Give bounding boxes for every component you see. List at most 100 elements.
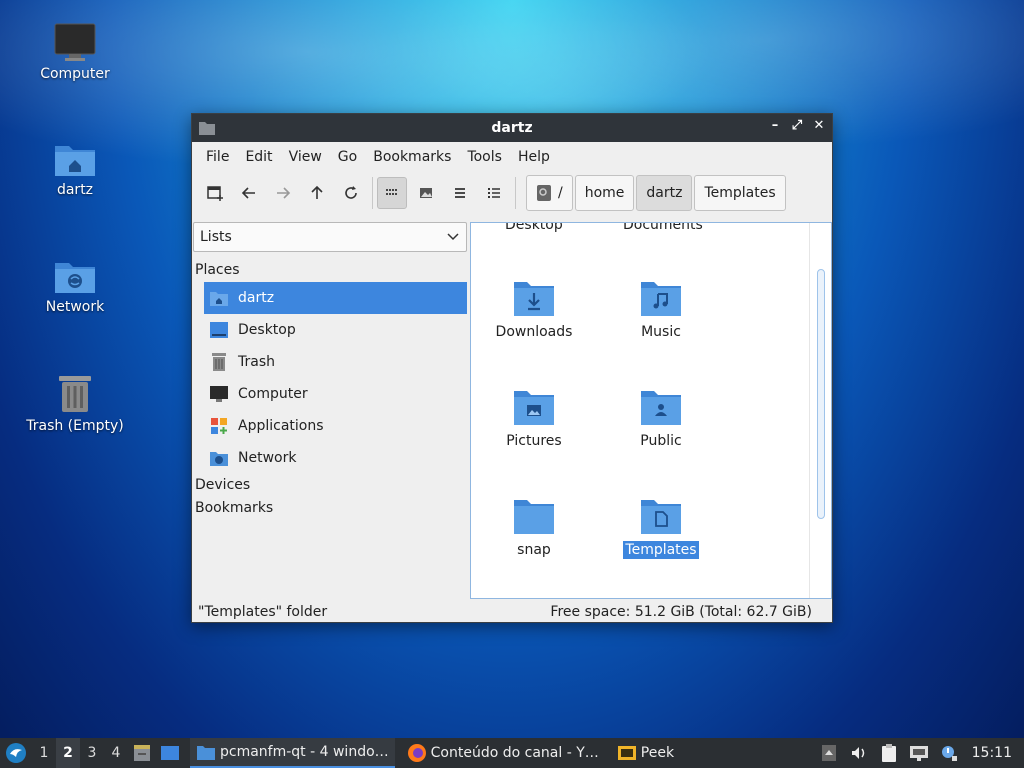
sidebar-item-label: Desktop	[238, 322, 296, 338]
folder-icon	[197, 746, 215, 760]
folder-icon	[514, 500, 554, 534]
menu-go[interactable]: Go	[330, 145, 365, 169]
thumbnail-view-button[interactable]	[411, 177, 441, 209]
desktop-switch-4[interactable]: 4	[104, 745, 128, 761]
templates-folder-icon	[641, 500, 681, 534]
desktop-switch-3[interactable]: 3	[80, 745, 104, 761]
folder-icon	[199, 122, 215, 135]
start-menu-button[interactable]	[0, 738, 32, 768]
home-folder-icon	[210, 292, 228, 306]
close-button[interactable]: ✕	[812, 118, 826, 133]
computer-icon	[54, 23, 96, 61]
file-item-public[interactable]: Public	[606, 388, 716, 450]
new-tab-button[interactable]	[200, 177, 230, 209]
toolbar-separator	[372, 177, 373, 209]
file-item-pictures[interactable]: Pictures	[479, 388, 589, 450]
arrow-left-icon	[241, 187, 255, 199]
places-header[interactable]: Places	[195, 262, 240, 278]
vertical-scrollbar[interactable]	[817, 269, 825, 519]
clock[interactable]: 15:11	[964, 745, 1024, 761]
desktop-icon-computer[interactable]: Computer	[20, 22, 130, 82]
path-bar: / home dartz Templates	[526, 175, 788, 211]
tray-volume[interactable]	[844, 745, 874, 761]
file-cabinet-icon	[134, 745, 150, 761]
menu-tools[interactable]: Tools	[459, 145, 510, 169]
task-firefox[interactable]: Conteúdo do canal - Y…	[401, 738, 605, 768]
devices-header[interactable]: Devices	[195, 477, 250, 493]
chevron-down-icon	[447, 233, 459, 241]
task-label: Conteúdo do canal - Y…	[430, 745, 599, 761]
side-pane-view-select[interactable]: Lists	[193, 222, 467, 252]
sidebar-item-label: Computer	[238, 386, 308, 402]
maximize-button[interactable]: ⤢	[790, 118, 804, 133]
path-root-button[interactable]: /	[526, 175, 573, 211]
status-free-space: Free space: 51.2 GiB (Total: 62.7 GiB)	[550, 604, 812, 620]
sidebar-item-desktop[interactable]: Desktop	[204, 314, 467, 346]
firefox-icon	[407, 744, 426, 762]
reload-button[interactable]	[336, 177, 366, 209]
file-item-music[interactable]: Music	[606, 279, 716, 341]
file-view[interactable]: Desktop Documents Downloads Music Pictur…	[470, 222, 832, 599]
path-crumb-dartz[interactable]: dartz	[636, 175, 693, 211]
applications-icon	[211, 418, 227, 434]
file-item-snap[interactable]: snap	[479, 497, 589, 559]
forward-button[interactable]	[268, 177, 298, 209]
quicklaunch-file-manager[interactable]	[128, 743, 156, 763]
network-folder-icon	[210, 452, 228, 466]
sidebar-item-network[interactable]: Network	[204, 442, 467, 474]
menu-file[interactable]: File	[198, 145, 237, 169]
bookmarks-header[interactable]: Bookmarks	[195, 500, 273, 516]
window-titlebar[interactable]: dartz – ⤢ ✕	[192, 114, 832, 142]
sidebar-item-label: Trash	[238, 354, 275, 370]
tray-clipboard[interactable]	[874, 743, 904, 763]
sidebar-item-dartz[interactable]: dartz	[204, 282, 467, 314]
back-button[interactable]	[234, 177, 264, 209]
task-pcmanfm[interactable]: pcmanfm-qt - 4 windo…	[190, 738, 395, 768]
file-item-desktop-label[interactable]: Desktop	[505, 223, 563, 233]
sidebar-item-applications[interactable]: Applications	[204, 410, 467, 442]
tray-network[interactable]	[904, 744, 934, 762]
file-item-templates[interactable]: Templates	[606, 497, 716, 559]
sidebar-item-computer[interactable]: Computer	[204, 378, 467, 410]
list-icon	[455, 188, 465, 198]
show-desktop-icon	[161, 746, 179, 760]
desktop-switch-2[interactable]: 2	[56, 738, 80, 768]
grid-view-icon	[386, 189, 397, 195]
icon-view-button[interactable]	[377, 177, 407, 209]
home-folder-icon	[55, 146, 95, 176]
sidebar-item-trash[interactable]: Trash	[204, 346, 467, 378]
sidebar-item-label: Network	[238, 450, 297, 466]
compact-view-button[interactable]	[445, 177, 475, 209]
task-peek[interactable]: Peek	[611, 738, 680, 768]
desktop-icon-trash[interactable]: Trash (Empty)	[20, 372, 130, 434]
menu-bookmarks[interactable]: Bookmarks	[365, 145, 459, 169]
desktop-icon-home[interactable]: dartz	[20, 140, 130, 198]
system-tray: 15:11	[814, 738, 1024, 768]
path-crumb-home[interactable]: home	[574, 175, 635, 211]
lxqt-logo-icon	[6, 743, 26, 763]
tray-expand-button[interactable]	[814, 744, 844, 762]
detailed-view-button[interactable]	[479, 177, 509, 209]
network-folder-icon	[55, 263, 95, 293]
music-folder-icon	[641, 282, 681, 316]
chevron-up-icon	[821, 745, 836, 761]
file-item-label: snap	[517, 542, 551, 558]
menu-help[interactable]: Help	[510, 145, 558, 169]
minimize-button[interactable]: –	[768, 118, 782, 133]
menu-view[interactable]: View	[281, 145, 330, 169]
status-selection: "Templates" folder	[198, 604, 328, 620]
task-label: pcmanfm-qt - 4 windo…	[220, 744, 389, 760]
downloads-folder-icon	[514, 282, 554, 316]
menu-edit[interactable]: Edit	[237, 145, 280, 169]
public-folder-icon	[641, 391, 681, 425]
desktop-switch-1[interactable]: 1	[32, 745, 56, 761]
file-item-downloads[interactable]: Downloads	[479, 279, 589, 341]
file-item-documents-label[interactable]: Documents	[623, 223, 703, 233]
sidebar-item-label: Applications	[238, 418, 324, 434]
desktop-icon-network[interactable]: Network	[20, 257, 130, 315]
path-crumb-templates[interactable]: Templates	[694, 175, 786, 211]
up-button[interactable]	[302, 177, 332, 209]
network-wired-icon	[909, 746, 928, 761]
quicklaunch-show-desktop[interactable]	[156, 744, 184, 762]
tray-updates[interactable]	[934, 744, 964, 762]
